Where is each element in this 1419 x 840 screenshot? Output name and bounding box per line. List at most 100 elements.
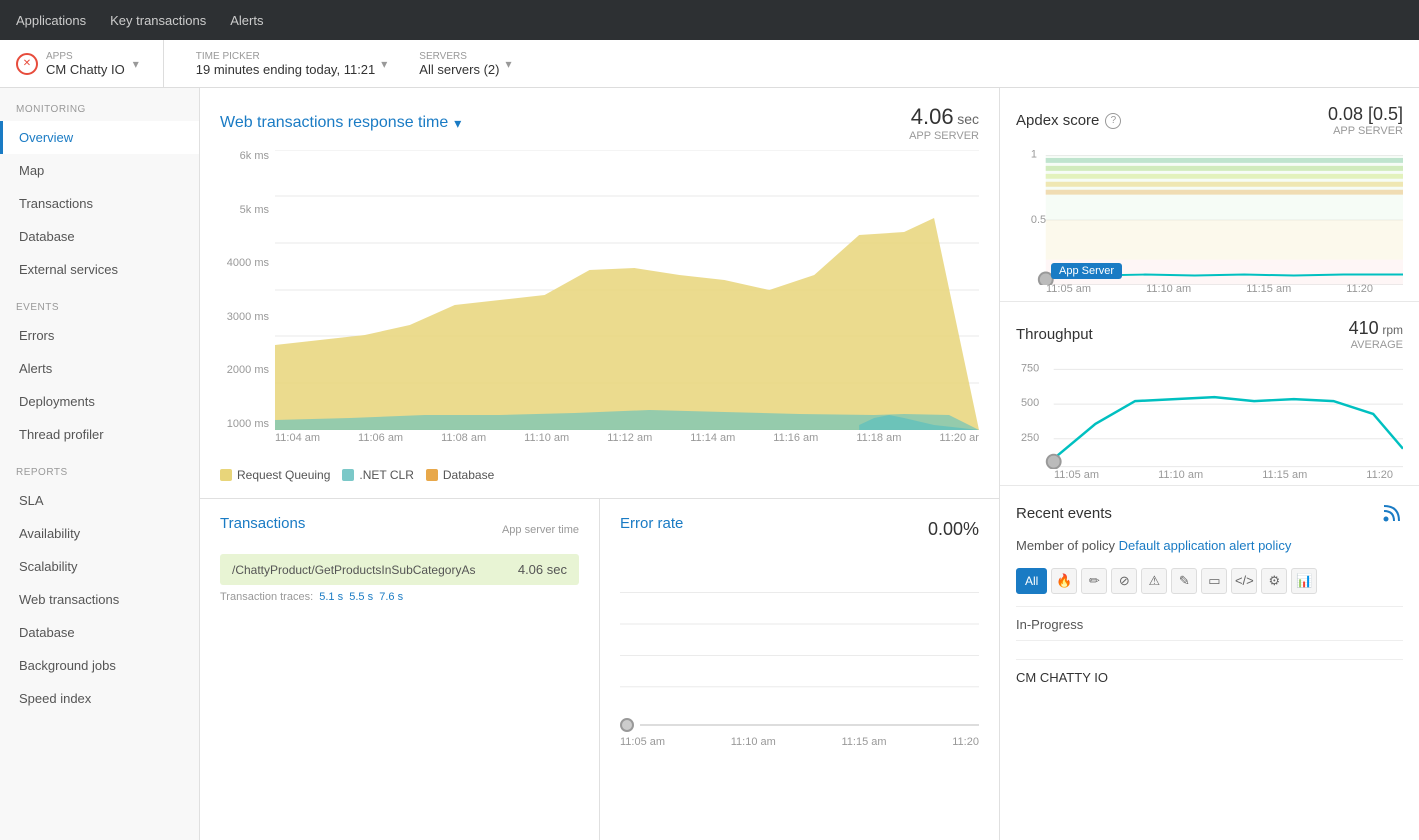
filter-edit-icon[interactable]: ✎ <box>1171 568 1197 594</box>
apdex-chart: 1 0.5 <box>1016 145 1403 285</box>
filter-chart-icon[interactable]: 📊 <box>1291 568 1317 594</box>
servers-label: SERVERS <box>419 51 499 62</box>
main-content: Web transactions response time ▾ 4.06 se… <box>200 88 999 840</box>
y-label-1k: 1000 ms <box>227 418 269 430</box>
apdex-info-icon[interactable]: ? <box>1105 113 1121 129</box>
chart-legend: Request Queuing .NET CLR Database <box>220 468 979 482</box>
svg-text:500: 500 <box>1021 397 1039 409</box>
sidebar-item-database-report[interactable]: Database <box>0 616 199 649</box>
chart-value: 4.06 <box>911 104 954 129</box>
sidebar-item-background-jobs[interactable]: Background jobs <box>0 649 199 682</box>
app-display-name: CM CHATTY IO <box>1016 659 1403 685</box>
filter-block-icon[interactable]: ⊘ <box>1111 568 1137 594</box>
time-picker-value: 19 minutes ending today, 11:21 <box>196 62 375 77</box>
x-label-1112: 11:12 am <box>607 432 652 444</box>
svg-text:0.5: 0.5 <box>1031 214 1046 226</box>
sidebar-item-transactions[interactable]: Transactions <box>0 187 199 220</box>
servers-info: SERVERS All servers (2) <box>419 51 499 77</box>
sidebar-item-overview[interactable]: Overview <box>0 121 199 154</box>
sidebar-item-speed-index[interactable]: Speed index <box>0 682 199 715</box>
error-panel-header: Error rate 0.00% <box>620 515 979 544</box>
event-filter-bar: All 🔥 ✏ ⊘ ⚠ ✎ ▭ </> ⚙ 📊 <box>1016 568 1403 594</box>
filter-warning-icon[interactable]: ⚠ <box>1141 568 1167 594</box>
sidebar-item-scalability[interactable]: Scalability <box>0 550 199 583</box>
throughput-x-1120: 11:20 <box>1366 469 1393 481</box>
svg-text:1: 1 <box>1031 148 1037 160</box>
scrubber-handle[interactable] <box>620 718 634 732</box>
apdex-x-1120: 11:20 <box>1346 283 1373 295</box>
chart-svg-area <box>275 150 979 430</box>
sidebar-item-availability[interactable]: Availability <box>0 517 199 550</box>
chart-header: Web transactions response time ▾ 4.06 se… <box>220 104 979 142</box>
nav-key-transactions[interactable]: Key transactions <box>110 9 206 32</box>
policy-link[interactable]: Default application alert policy <box>1119 538 1292 553</box>
policy-text: Member of policy Default application ale… <box>1016 536 1403 556</box>
filter-gear-icon[interactable]: ⚙ <box>1261 568 1287 594</box>
recent-events-section: Recent events Member of policy Default a… <box>1000 486 1419 701</box>
top-navigation: Applications Key transactions Alerts <box>0 0 1419 40</box>
filter-monitor-icon[interactable]: ▭ <box>1201 568 1227 594</box>
filter-pencil-icon[interactable]: ✏ <box>1081 568 1107 594</box>
apdex-x-1105: 11:05 am <box>1046 283 1091 295</box>
transaction-row[interactable]: /ChattyProduct/GetProductsInSubCategoryA… <box>220 554 579 585</box>
sidebar-item-alerts[interactable]: Alerts <box>0 352 199 385</box>
legend-dot-database <box>426 469 438 481</box>
sidebar-item-web-transactions[interactable]: Web transactions <box>0 583 199 616</box>
error-x-1105: 11:05 am <box>620 736 665 748</box>
time-picker-label: TIME PICKER <box>196 51 375 62</box>
x-label-1120: 11:20 ar <box>939 432 979 444</box>
x-label-1106: 11:06 am <box>358 432 403 444</box>
right-panel: Apdex score ? 0.08 [0.5] APP SERVER 1 0.… <box>999 88 1419 840</box>
error-rate-title[interactable]: Error rate <box>620 515 683 532</box>
time-picker-section[interactable]: TIME PICKER 19 minutes ending today, 11:… <box>196 51 388 77</box>
apdex-section: Apdex score ? 0.08 [0.5] APP SERVER 1 0.… <box>1000 88 1419 302</box>
chart-unit: sec <box>957 111 979 127</box>
error-rate-value: 0.00% <box>928 519 979 540</box>
time-picker-chevron-icon: ▾ <box>381 57 387 71</box>
servers-section[interactable]: SERVERS All servers (2) ▾ <box>419 51 511 77</box>
legend-database[interactable]: Database <box>426 468 494 482</box>
trace-link-3[interactable]: 7.6 s <box>379 591 403 603</box>
transactions-title[interactable]: Transactions <box>220 515 305 532</box>
transactions-panel: Transactions App server time /ChattyProd… <box>200 499 600 840</box>
recent-events-title: Recent events <box>1016 505 1112 522</box>
sidebar: MONITORING Overview Map Transactions Dat… <box>0 88 200 840</box>
sidebar-item-sla[interactable]: SLA <box>0 484 199 517</box>
nav-alerts[interactable]: Alerts <box>230 9 263 32</box>
sidebar-item-database[interactable]: Database <box>0 220 199 253</box>
filter-fire-icon[interactable]: 🔥 <box>1051 568 1077 594</box>
in-progress-label: In-Progress <box>1016 617 1403 632</box>
events-section-label: EVENTS <box>0 286 199 319</box>
app-status-icon: ✕ <box>16 53 38 75</box>
transaction-traces: Transaction traces: 5.1 s 5.5 s 7.6 s <box>220 591 579 603</box>
recent-events-header: Recent events <box>1016 502 1403 524</box>
nav-applications[interactable]: Applications <box>16 9 86 32</box>
legend-dotnet-clr[interactable]: .NET CLR <box>342 468 413 482</box>
apdex-x-1115: 11:15 am <box>1246 283 1291 295</box>
reports-section-label: REPORTS <box>0 451 199 484</box>
trace-link-2[interactable]: 5.5 s <box>349 591 373 603</box>
error-chart <box>620 554 979 714</box>
chart-title-chevron-icon: ▾ <box>454 115 461 132</box>
sidebar-item-deployments[interactable]: Deployments <box>0 385 199 418</box>
svg-text:250: 250 <box>1021 432 1039 444</box>
app-selector[interactable]: ✕ APPS CM Chatty IO ▾ <box>16 40 164 87</box>
x-label-1104: 11:04 am <box>275 432 320 444</box>
sidebar-item-external-services[interactable]: External services <box>0 253 199 286</box>
filter-code-icon[interactable]: </> <box>1231 568 1257 594</box>
sidebar-item-errors[interactable]: Errors <box>0 319 199 352</box>
x-label-1118: 11:18 am <box>856 432 901 444</box>
y-label-6k: 6k ms <box>240 150 269 162</box>
sidebar-item-thread-profiler[interactable]: Thread profiler <box>0 418 199 451</box>
rss-icon[interactable] <box>1381 502 1403 524</box>
filter-all[interactable]: All <box>1016 568 1047 594</box>
chart-meta: 4.06 sec APP SERVER <box>909 104 979 142</box>
legend-label-dotnet-clr: .NET CLR <box>359 468 413 482</box>
legend-request-queuing[interactable]: Request Queuing <box>220 468 330 482</box>
trace-link-1[interactable]: 5.1 s <box>319 591 343 603</box>
apps-label: APPS <box>46 51 125 62</box>
sidebar-item-map[interactable]: Map <box>0 154 199 187</box>
chart-title[interactable]: Web transactions response time ▾ <box>220 114 461 132</box>
throughput-section: Throughput 410 rpm AVERAGE 750 500 250 <box>1000 302 1419 486</box>
legend-label-database: Database <box>443 468 494 482</box>
